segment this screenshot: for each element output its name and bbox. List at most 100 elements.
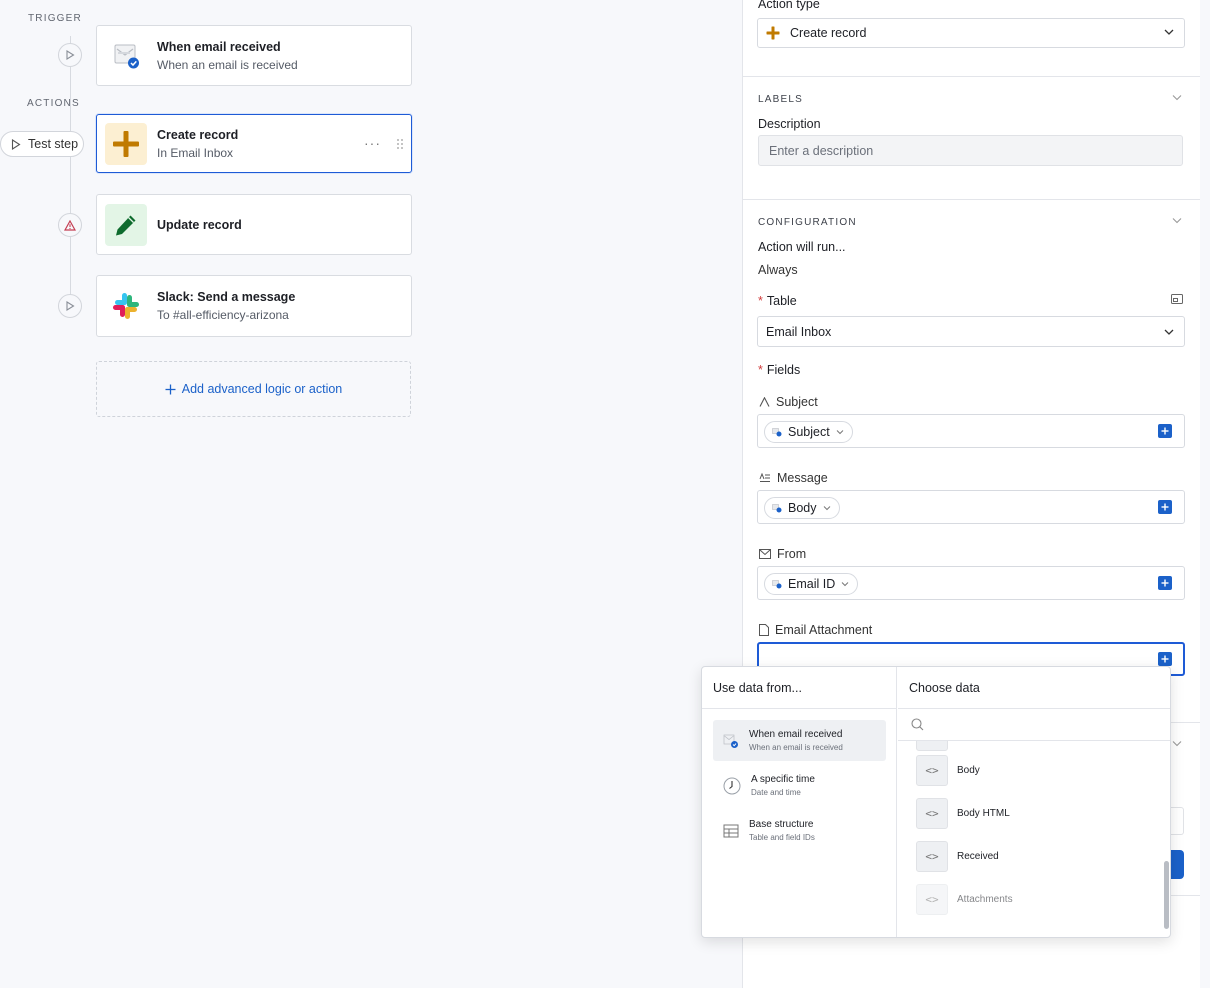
insert-data-plus-button[interactable] [1158, 652, 1172, 666]
envelope-icon [759, 549, 771, 559]
table-select[interactable]: Email Inbox [757, 316, 1185, 347]
action-will-run-value[interactable]: Always [758, 263, 798, 277]
data-item-attachments[interactable]: <> Attachments [916, 884, 1013, 915]
add-logic-label: Add advanced logic or action [181, 382, 343, 396]
message-field-input[interactable]: Body [757, 490, 1185, 524]
action-type-value: Create record [790, 26, 867, 40]
field-label-text: Subject [776, 395, 818, 409]
email-received-icon [723, 734, 738, 748]
card-title: Update record [157, 217, 242, 232]
collapse-configuration-chevron-icon[interactable] [1172, 217, 1182, 224]
card-title: When email received [157, 39, 281, 54]
source-title: Base structure [749, 819, 814, 830]
text-a-icon [759, 397, 770, 407]
chevron-down-icon [823, 506, 830, 511]
collapse-labels-chevron-icon[interactable] [1172, 94, 1182, 101]
email-trigger-mini-icon [772, 580, 782, 589]
plus-icon [1161, 427, 1169, 435]
fields-label-text: Fields [766, 363, 801, 377]
data-token-body[interactable]: Body [764, 497, 840, 519]
action-card-create-record[interactable]: Create record In Email Inbox ··· [96, 114, 412, 173]
source-item-specific-time[interactable]: A specific time Date and time [713, 765, 886, 806]
divider [743, 76, 1201, 77]
open-table-icon[interactable] [1171, 294, 1183, 304]
slack-icon [105, 285, 147, 327]
drag-handle-icon[interactable] [397, 137, 403, 152]
data-item-body[interactable]: <> Body [916, 755, 980, 786]
action-card-slack-message[interactable]: Slack: Send a message To #all-efficiency… [96, 275, 412, 337]
chevron-down-icon [841, 582, 849, 587]
labels-section-title: LABELS [758, 94, 804, 105]
collapse-section-chevron-icon[interactable] [1172, 740, 1182, 747]
action-will-run-label: Action will run... [758, 240, 846, 254]
use-data-from-header: Use data from... [702, 667, 896, 709]
data-item-received[interactable]: <> Received [916, 841, 999, 872]
divider [743, 199, 1201, 200]
description-label: Description [758, 117, 821, 131]
add-advanced-logic-button[interactable]: Add advanced logic or action [96, 361, 411, 417]
email-received-icon [105, 35, 147, 77]
plus-icon [1161, 579, 1169, 587]
insert-data-plus-button[interactable] [1158, 576, 1172, 590]
insert-data-plus-button[interactable] [1158, 424, 1172, 438]
code-icon: <> [916, 884, 948, 915]
field-label-email-attachment: Email Attachment [759, 623, 872, 637]
data-item-label: Received [957, 851, 999, 862]
more-options-icon[interactable]: ··· [364, 135, 381, 151]
action-card-update-record[interactable]: Update record [96, 194, 412, 255]
run-trigger-button[interactable] [58, 43, 82, 67]
hidden-primary-button-edge[interactable] [1170, 850, 1184, 879]
long-text-icon [759, 473, 770, 482]
source-subtitle: Date and time [751, 788, 801, 797]
from-field-input[interactable]: Email ID [757, 566, 1185, 600]
field-label-from: From [759, 547, 806, 561]
email-trigger-mini-icon [772, 504, 782, 513]
field-label-text: From [777, 547, 807, 561]
insert-data-plus-button[interactable] [1158, 500, 1172, 514]
subject-field-input[interactable]: Subject [757, 414, 1185, 448]
card-subtitle: In Email Inbox [157, 145, 234, 160]
data-item-body-html[interactable]: <> Body HTML [916, 798, 1010, 829]
play-icon [66, 50, 75, 60]
plus-icon [105, 122, 147, 165]
source-title: When email received [749, 729, 843, 740]
field-label-message: Message [759, 471, 828, 485]
data-list-scrollbar[interactable] [1164, 861, 1169, 929]
chevron-down-icon [836, 430, 844, 435]
field-label-text: Email Attachment [775, 623, 873, 637]
action-type-select[interactable]: Create record [757, 18, 1185, 48]
data-item-partial[interactable]: <> [916, 741, 948, 751]
choose-data-column: Choose data <> <> Body <> Body HTML <> R… [898, 667, 1170, 937]
action-type-label: Action type [758, 0, 820, 11]
code-icon: <> [916, 841, 948, 872]
warning-indicator[interactable] [58, 213, 82, 237]
source-subtitle: When an email is received [749, 743, 843, 752]
required-mark: * [758, 363, 763, 377]
source-item-base-structure[interactable]: Base structure Table and field IDs [713, 810, 886, 851]
description-input[interactable]: Enter a description [758, 135, 1183, 166]
data-token-subject[interactable]: Subject [764, 421, 853, 443]
code-icon: <> [916, 755, 948, 786]
plus-icon [1161, 503, 1169, 511]
data-search-input[interactable] [898, 709, 1170, 741]
chevron-down-icon [1164, 29, 1174, 35]
data-item-label: Attachments [957, 894, 1013, 905]
table-label: * Table [758, 294, 797, 308]
source-subtitle: Table and field IDs [749, 833, 815, 842]
code-icon: <> [916, 741, 948, 751]
run-slack-step-button[interactable] [58, 294, 82, 318]
card-subtitle: To #all-efficiency-arizona [157, 308, 289, 322]
code-icon: <> [916, 798, 948, 829]
test-step-button[interactable]: Test step [0, 131, 84, 157]
play-icon [66, 301, 75, 311]
field-label-text: Message [777, 471, 828, 485]
trigger-card-email-received[interactable]: When email received When an email is rec… [96, 25, 412, 86]
card-subtitle: When an email is received [157, 57, 298, 72]
flow-canvas: TRIGGER ACTIONS Test step When email rec… [0, 0, 742, 988]
data-token-email-id[interactable]: Email ID [764, 573, 859, 595]
source-item-email-received[interactable]: When email received When an email is rec… [713, 720, 886, 761]
search-icon [911, 718, 924, 731]
pencil-icon [105, 203, 147, 246]
test-step-label: Test step [28, 137, 79, 151]
file-icon [759, 624, 769, 636]
